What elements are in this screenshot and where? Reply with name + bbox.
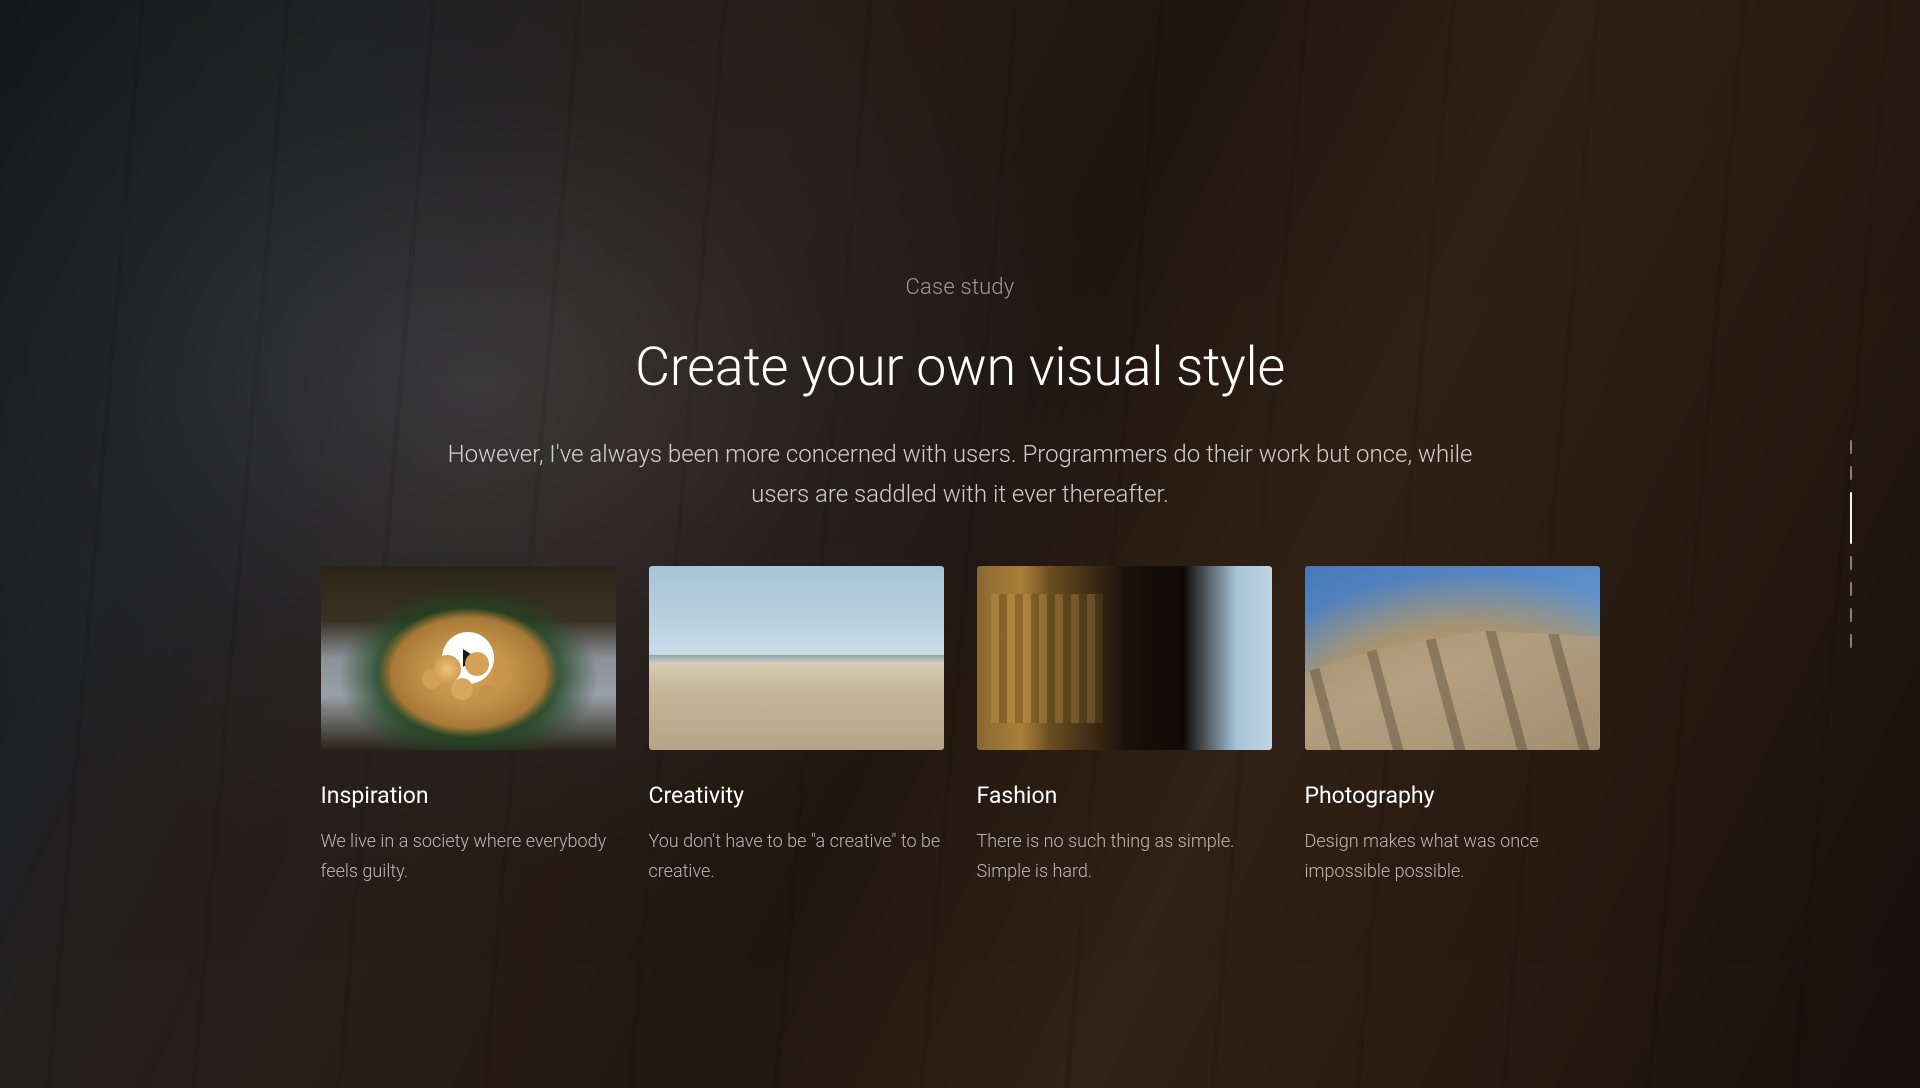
nav-indicator-3[interactable] (1850, 492, 1852, 544)
card-creativity[interactable]: Creativity You don't have to be "a creat… (649, 566, 944, 886)
card-photography[interactable]: Photography Design makes what was once i… (1305, 566, 1600, 886)
nav-indicator-5[interactable] (1850, 582, 1852, 596)
card-title: Photography (1305, 782, 1600, 809)
card-title: Creativity (649, 782, 944, 809)
nav-indicator-2[interactable] (1850, 466, 1852, 480)
section-headline: Create your own visual style (635, 336, 1285, 399)
card-description: Design makes what was once impossible po… (1305, 827, 1600, 886)
cards-row: Inspiration We live in a society where e… (320, 566, 1600, 886)
nav-indicator-6[interactable] (1850, 608, 1852, 622)
card-image-fashion[interactable] (977, 566, 1272, 750)
card-image-creativity[interactable] (649, 566, 944, 750)
card-description: You don't have to be "a creative" to be … (649, 827, 944, 886)
nav-indicator-1[interactable] (1850, 440, 1852, 454)
section-eyebrow: Case study (906, 275, 1015, 300)
card-image-inspiration[interactable] (321, 566, 616, 750)
card-fashion[interactable]: Fashion There is no such thing as simple… (977, 566, 1272, 886)
nav-indicator-7[interactable] (1850, 634, 1852, 648)
card-description: We live in a society where everybody fee… (321, 827, 616, 886)
card-description: There is no such thing as simple. Simple… (977, 827, 1272, 886)
card-image-photography[interactable] (1305, 566, 1600, 750)
play-button[interactable] (442, 632, 494, 684)
main-content: Case study Create your own visual style … (0, 0, 1920, 1088)
play-icon (463, 649, 477, 667)
nav-indicator-4[interactable] (1850, 556, 1852, 570)
page-navigation (1850, 440, 1852, 648)
card-title: Fashion (977, 782, 1272, 809)
section-subtext: However, I've always been more concerned… (440, 435, 1480, 514)
card-title: Inspiration (321, 782, 616, 809)
card-inspiration[interactable]: Inspiration We live in a society where e… (321, 566, 616, 886)
